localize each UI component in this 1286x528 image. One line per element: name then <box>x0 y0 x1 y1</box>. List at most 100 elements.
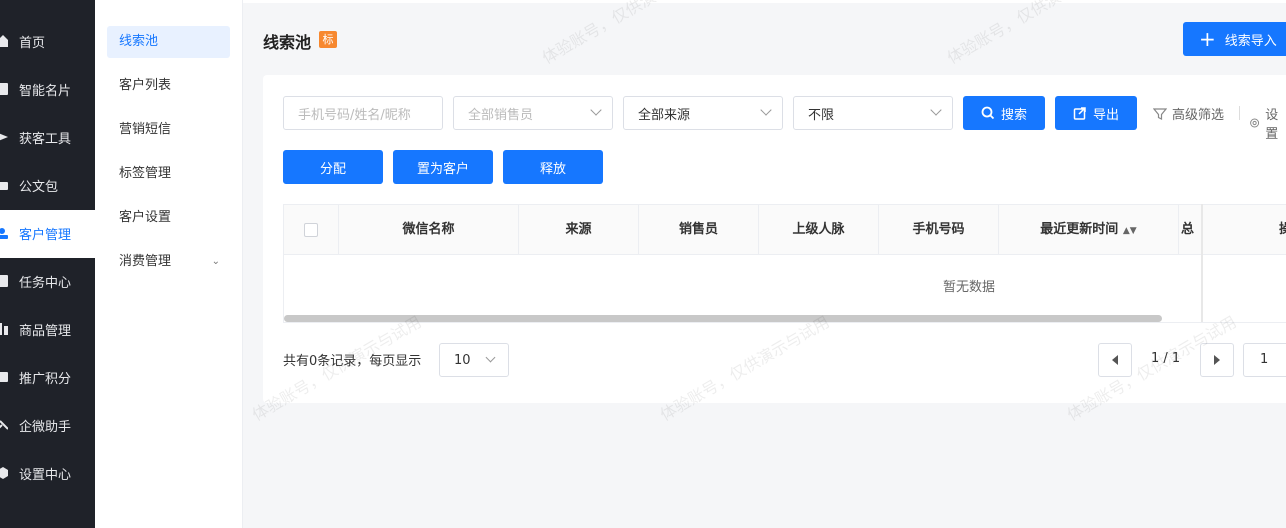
watermark: 体验账号，仅供演示与试用 <box>538 0 715 68</box>
search-button[interactable]: 搜索 <box>963 96 1045 130</box>
sortable-column-header[interactable]: 最近更新时间 ▲▼ <box>999 205 1179 254</box>
home-icon <box>0 34 10 48</box>
sidebar-item-customers[interactable]: 客户管理 <box>0 209 95 257</box>
sidebar-item-label: 任务中心 <box>19 275 72 291</box>
import-leads-button[interactable]: + 线索导入 <box>1183 22 1286 56</box>
settings-icon <box>0 466 10 480</box>
table-header: 微信名称 来源 销售员 上级人脉 手机号码 最近更新时间 ▲▼ 总 操作 <box>283 204 1286 255</box>
search-button-label: 搜索 <box>1000 107 1027 123</box>
subnav-item-customer-list[interactable]: 客户列表 <box>107 70 230 102</box>
column-header: 手机号码 <box>879 205 999 254</box>
table-left-border <box>283 204 284 322</box>
sidebar-item-settings[interactable]: 设置中心 <box>0 449 95 497</box>
subnav-item-label: 营销短信 <box>119 122 172 137</box>
chevron-down-icon <box>760 104 772 116</box>
sidebar-item-label: 客户管理 <box>19 227 72 243</box>
column-header: 来源 <box>519 205 639 254</box>
column-header: 微信名称 <box>339 205 519 254</box>
top-bar <box>243 0 1286 3</box>
sort-icon: ▲▼ <box>1122 226 1137 236</box>
sidebar-item-points[interactable]: 推广积分 <box>0 353 95 401</box>
column-header-actions: 操作 <box>1279 222 1286 237</box>
subnav-item-consumption[interactable]: 消费管理 ⌄ <box>107 246 230 278</box>
sidebar-item-label: 设置中心 <box>19 467 72 483</box>
empty-state-text: 暂无数据 <box>943 280 996 295</box>
card-icon <box>0 82 10 96</box>
sales-select-placeholder: 全部销售员 <box>468 107 534 123</box>
goods-icon <box>0 322 10 336</box>
title-badge: 标 <box>319 31 337 48</box>
chevron-down-icon <box>485 352 496 363</box>
task-icon <box>0 274 10 288</box>
search-input[interactable]: 手机号码/姓名/昵称 <box>283 96 443 130</box>
sidebar-item-card[interactable]: 智能名片 <box>0 65 95 113</box>
chevron-down-icon <box>590 104 602 116</box>
table-bottom-border <box>283 322 1286 323</box>
sidebar-item-label: 企微助手 <box>19 419 72 435</box>
page-size-select[interactable]: 10 <box>439 343 509 377</box>
subnav-item-leads[interactable]: 线索池 <box>107 26 230 58</box>
export-button-label: 导出 <box>1092 107 1119 123</box>
plus-icon: + <box>1199 27 1216 51</box>
sidebar-item-label: 获客工具 <box>19 131 72 147</box>
subnav-item-label: 线索池 <box>119 34 159 49</box>
advanced-filter-link[interactable]: 高级筛选 <box>1153 104 1224 123</box>
sidebar-item-tasks[interactable]: 任务中心 <box>0 257 95 305</box>
caret-right-icon <box>1214 355 1220 365</box>
sidebar-item-assistant[interactable]: 企微助手 <box>0 401 95 449</box>
sales-select[interactable]: 全部销售员 <box>453 96 613 130</box>
subnav-item-sms[interactable]: 营销短信 <box>107 114 230 146</box>
export-button[interactable]: 导出 <box>1055 96 1137 130</box>
set-as-customer-button[interactable]: 置为客户 <box>393 150 493 184</box>
page-indicator: 1 / 1 <box>1151 351 1181 366</box>
users-icon <box>0 226 10 240</box>
goto-page-input[interactable]: 1 <box>1243 343 1286 377</box>
chevron-down-icon: ⌄ <box>211 256 220 267</box>
settings-label: 设置 <box>1265 108 1279 142</box>
page-size-value: 10 <box>454 352 471 368</box>
tools-icon <box>0 130 10 144</box>
export-icon <box>1073 107 1086 120</box>
watermark: 体验账号，仅供演示与试用 <box>943 0 1120 68</box>
subnav-item-customer-settings[interactable]: 客户设置 <box>107 202 230 234</box>
page-title: 线索池 <box>263 33 312 52</box>
sidebar-item-label: 商品管理 <box>19 323 72 339</box>
caret-left-icon <box>1112 355 1118 365</box>
chevron-down-icon <box>930 104 942 116</box>
horizontal-scrollbar[interactable] <box>284 315 1162 322</box>
fixed-column-divider <box>1201 204 1203 322</box>
record-summary: 共有0条记录，每页显示 <box>283 354 422 369</box>
assistant-icon <box>0 418 10 432</box>
sidebar-item-home[interactable]: 首页 <box>0 17 95 65</box>
settings-link[interactable]: 设置 <box>1249 104 1286 142</box>
secondary-nav: 线索池 客户列表 营销短信 标签管理 客户设置 消费管理 ⌄ <box>95 0 243 528</box>
select-all-checkbox[interactable] <box>304 223 318 237</box>
sidebar-item-goods[interactable]: 商品管理 <box>0 305 95 353</box>
sidebar-item-briefcase[interactable]: 公文包 <box>0 161 95 209</box>
subnav-item-label: 客户列表 <box>119 78 172 93</box>
sidebar-item-label: 公文包 <box>19 179 59 195</box>
filter-icon <box>1153 107 1167 120</box>
source-select[interactable]: 全部来源 <box>623 96 783 130</box>
search-icon <box>981 106 995 120</box>
sidebar-item-tools[interactable]: 获客工具 <box>0 113 95 161</box>
briefcase-icon <box>0 178 10 192</box>
limit-select[interactable]: 不限 <box>793 96 953 130</box>
column-header-label: 最近更新时间 <box>1040 222 1119 237</box>
subnav-item-tags[interactable]: 标签管理 <box>107 158 230 190</box>
points-icon <box>0 370 10 384</box>
limit-select-value: 不限 <box>808 107 835 123</box>
advanced-filter-label: 高级筛选 <box>1172 108 1225 123</box>
next-page-button[interactable] <box>1200 343 1234 377</box>
column-header: 销售员 <box>639 205 759 254</box>
assign-button[interactable]: 分配 <box>283 150 383 184</box>
prev-page-button[interactable] <box>1098 343 1132 377</box>
subnav-item-label: 客户设置 <box>119 210 172 225</box>
sidebar-item-label: 首页 <box>19 35 46 51</box>
divider <box>1239 106 1240 120</box>
subnav-item-label: 消费管理 <box>119 254 172 269</box>
import-leads-label: 线索导入 <box>1224 33 1277 49</box>
column-header: 上级人脉 <box>759 205 879 254</box>
release-button[interactable]: 释放 <box>503 150 603 184</box>
subnav-item-label: 标签管理 <box>119 166 172 181</box>
